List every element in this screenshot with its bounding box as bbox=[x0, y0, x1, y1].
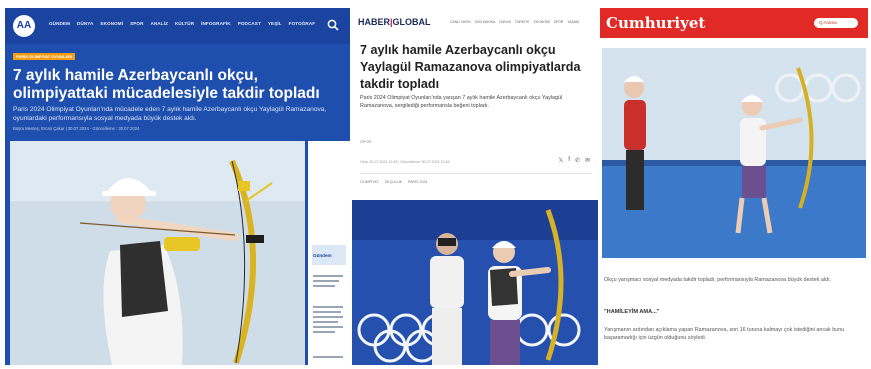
aa-menu: GÜNDEM DÜNYA EKONOMİ SPOR ANALİZ KÜLTÜR … bbox=[49, 21, 315, 26]
x-share-icon[interactable]: 𝕏 bbox=[558, 157, 563, 164]
archers-field-photo bbox=[602, 48, 866, 258]
search-icon[interactable] bbox=[326, 19, 340, 33]
sidebar-title[interactable]: Gündem bbox=[313, 253, 332, 258]
aa-navbar: AA GÜNDEM DÜNYA EKONOMİ SPOR ANALİZ KÜLT… bbox=[5, 8, 350, 44]
search-input[interactable]: Q Arama bbox=[814, 18, 858, 28]
tag-list: OLİMPİYAT OKÇULUK PARİS 2024 bbox=[360, 180, 428, 184]
menu-item[interactable]: TÜRKİYE bbox=[515, 20, 530, 24]
article-body: Yarışmanın ardından açıklama yapan Ramaz… bbox=[604, 327, 845, 341]
article-subheading: "HAMİLEYİM AMA..." bbox=[604, 309, 660, 315]
logo-part-global: GLOBAL bbox=[392, 17, 431, 27]
category-tag[interactable]: PARİS OLİMPİYAT OYUNLARI bbox=[13, 53, 76, 60]
tag[interactable]: PARİS 2024 bbox=[408, 180, 428, 184]
whatsapp-share-icon[interactable]: ✆ bbox=[575, 157, 580, 164]
menu-item[interactable]: SPOR bbox=[554, 20, 564, 24]
cumhuriyet-article-panel: Cumhuriyet Q Arama Okçu yarışmacı sosyal… bbox=[600, 8, 868, 365]
article-meta: Büşra Menteş, Ercan Çakar | 30.07.2024 -… bbox=[13, 126, 140, 131]
aa-logo[interactable]: AA bbox=[13, 15, 35, 37]
aa-menu-item[interactable]: DÜNYA bbox=[77, 21, 93, 26]
aa-menu-item[interactable]: İNFOGRAFİK bbox=[201, 21, 231, 26]
menu-item[interactable]: EKONOMİ bbox=[534, 20, 550, 24]
archers-photo bbox=[352, 200, 598, 365]
haberglobal-menu: CANLI YAYIN SON DAKİKA DÜNYA TÜRKİYE EKO… bbox=[450, 20, 579, 24]
article-headline: 7 aylık hamile Azerbaycanlı okçu, olimpi… bbox=[13, 67, 320, 102]
menu-item[interactable]: YAŞAM bbox=[567, 20, 579, 24]
aa-menu-item[interactable]: EKONOMİ bbox=[100, 21, 123, 26]
facebook-share-icon[interactable]: f bbox=[568, 157, 570, 164]
cumhuriyet-header: Cumhuriyet Q Arama bbox=[600, 8, 868, 38]
news-collage: AA GÜNDEM DÜNYA EKONOMİ SPOR ANALİZ KÜLT… bbox=[0, 0, 871, 369]
logo-part-haber: HABER bbox=[358, 17, 391, 27]
menu-item[interactable]: SON DAKİKA bbox=[475, 20, 496, 24]
article-headline: 7 aylık hamile Azerbaycanlı okçu Yaylagü… bbox=[360, 43, 581, 91]
article-lead: Paris 2024 Olimpiyat Oyunları'nda yarışa… bbox=[360, 95, 563, 109]
gundem-sidebar: Gündem bbox=[308, 141, 350, 365]
aa-menu-item[interactable]: YEŞİL bbox=[268, 21, 282, 26]
haberglobal-logo[interactable]: HABER|GLOBAL bbox=[358, 17, 431, 27]
mail-share-icon[interactable]: ✉ bbox=[585, 157, 590, 164]
aa-menu-item[interactable]: PODCAST bbox=[238, 21, 261, 26]
article-dates: Giriş: 30.07.2024 12:45 | Güncelleme: 30… bbox=[360, 160, 450, 164]
haberglobal-article-panel: HABER|GLOBAL CANLI YAYIN SON DAKİKA DÜNY… bbox=[352, 8, 598, 365]
aa-article-panel: AA GÜNDEM DÜNYA EKONOMİ SPOR ANALİZ KÜLT… bbox=[5, 8, 350, 365]
article-category[interactable]: SPOR bbox=[360, 139, 371, 144]
divider bbox=[360, 173, 592, 174]
menu-item[interactable]: CANLI YAYIN bbox=[450, 20, 471, 24]
cumhuriyet-logo[interactable]: Cumhuriyet bbox=[606, 13, 705, 33]
menu-item[interactable]: DÜNYA bbox=[499, 20, 511, 24]
article-lead: Okçu yarışmacı sosyal medyada takdir top… bbox=[604, 277, 832, 283]
aa-menu-item[interactable]: SPOR bbox=[130, 21, 143, 26]
aa-menu-item[interactable]: KÜLTÜR bbox=[175, 21, 194, 26]
tag[interactable]: OLİMPİYAT bbox=[360, 180, 379, 184]
archer-photo bbox=[10, 141, 305, 365]
share-bar: 𝕏 f ✆ ✉ bbox=[558, 157, 590, 164]
aa-menu-item[interactable]: ANALİZ bbox=[151, 21, 168, 26]
aa-menu-item[interactable]: FOTOĞRAF bbox=[289, 21, 316, 26]
article-lead: Paris 2024 Olimpiyat Oyunları'nda mücade… bbox=[13, 106, 327, 122]
tag[interactable]: OKÇULUK bbox=[385, 180, 402, 184]
aa-menu-item[interactable]: GÜNDEM bbox=[49, 21, 70, 26]
